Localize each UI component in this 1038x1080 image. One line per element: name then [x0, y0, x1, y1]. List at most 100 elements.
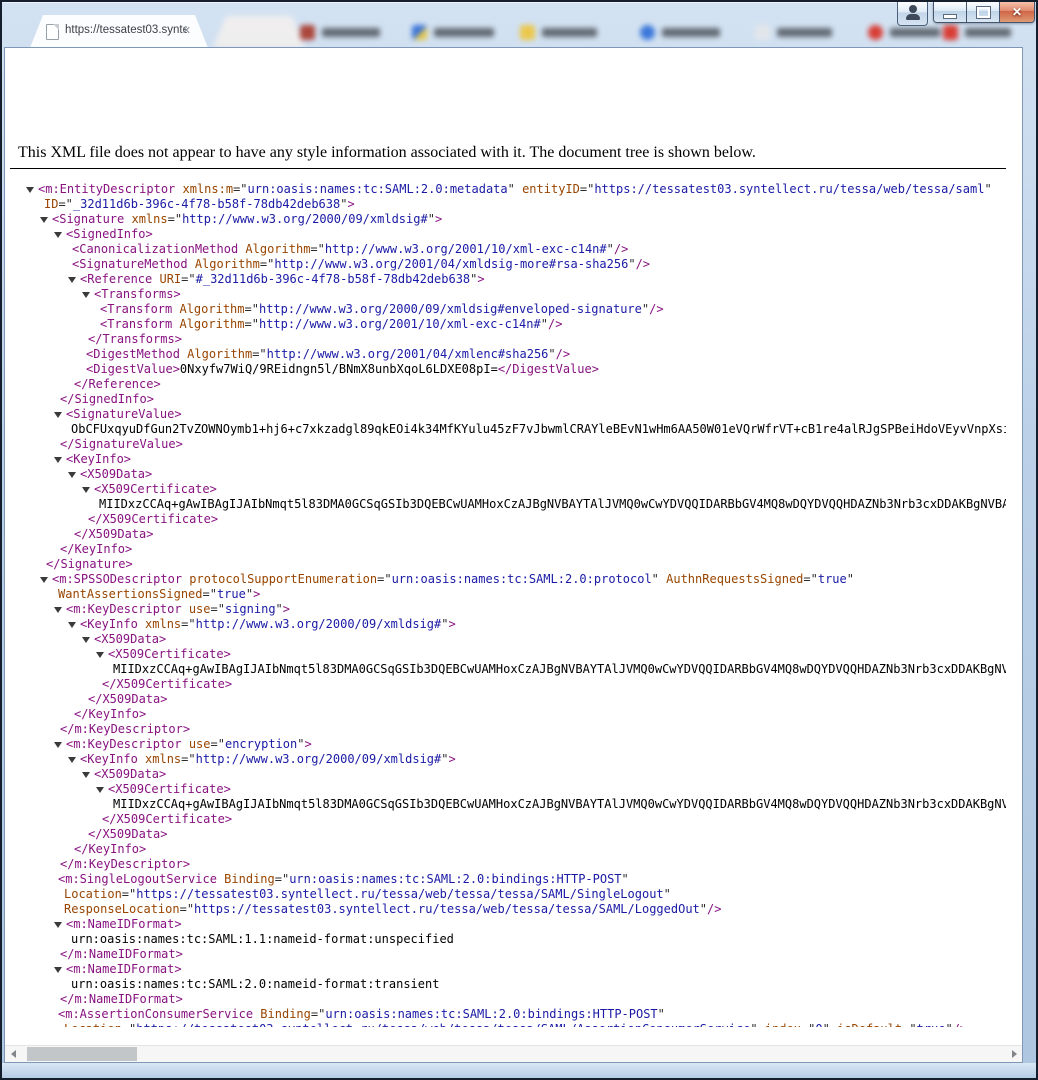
browser-window: { "window": { "controls": {"minimize": "… — [0, 0, 1038, 1080]
collapse-arrow-icon[interactable] — [68, 472, 76, 478]
active-tab[interactable]: https://tessatest03.syntel ✕ — [30, 15, 208, 48]
ghost-tab[interactable] — [412, 22, 494, 42]
ghost-tab-title — [542, 28, 597, 37]
scroll-thumb[interactable] — [27, 1047, 137, 1061]
ghost-tab-title — [777, 28, 832, 37]
xml-line: <X509Data> — [10, 632, 1006, 647]
ghost-tab-title — [322, 28, 380, 37]
ghost-tab[interactable] — [943, 22, 1011, 42]
xml-line: <m:SingleLogoutService Binding="urn:oasi… — [10, 872, 1006, 887]
ghost-tab[interactable] — [213, 16, 305, 48]
collapse-arrow-icon[interactable] — [96, 787, 104, 793]
collapse-arrow-icon[interactable] — [54, 967, 62, 973]
xml-line: </m:NameIDFormat> — [10, 992, 1006, 1007]
maximize-button[interactable] — [967, 2, 1000, 22]
collapse-arrow-icon[interactable] — [54, 412, 62, 418]
profile-button[interactable] — [897, 2, 928, 26]
collapse-arrow-icon[interactable] — [54, 922, 62, 928]
ghost-tab-title — [662, 28, 720, 37]
xml-line: <m:KeyDescriptor use="signing"> — [10, 602, 1006, 617]
xml-viewer: This XML file does not appear to have an… — [10, 136, 1006, 1027]
window-border-bottom — [2, 1063, 1036, 1078]
minimize-icon — [943, 14, 957, 19]
xml-line: <m:AssertionConsumerService Binding="urn… — [10, 1007, 1006, 1022]
xml-line: <X509Data> — [10, 467, 1006, 482]
xml-line: </X509Data> — [10, 692, 1006, 707]
collapse-arrow-icon[interactable] — [68, 277, 76, 283]
xml-line: <DigestValue>0Nxyfw7WiQ/9REidngn5l/BNmX8… — [10, 362, 1006, 377]
xml-line: ObCFUxqyuDfGun2TvZOWNOymb1+hj6+c7xkzadgl… — [10, 422, 1006, 437]
xml-line: MIIDxzCCAq+gAwIBAgIJAIbNmqt5l83DMA0GCSqG… — [10, 797, 1006, 812]
xml-line: </SignatureValue> — [10, 437, 1006, 452]
ghost-tab[interactable] — [755, 22, 832, 42]
xml-line: <m:NameIDFormat> — [10, 917, 1006, 932]
xml-line: <X509Certificate> — [10, 482, 1006, 497]
collapse-arrow-icon[interactable] — [40, 217, 48, 223]
collapse-arrow-icon[interactable] — [68, 622, 76, 628]
collapse-arrow-icon[interactable] — [82, 637, 90, 643]
xml-line: <Transform Algorithm="http://www.w3.org/… — [10, 317, 1006, 332]
xml-line: </Reference> — [10, 377, 1006, 392]
xml-line: </X509Data> — [10, 527, 1006, 542]
collapse-arrow-icon[interactable] — [26, 187, 34, 193]
scroll-right-arrow[interactable] — [1006, 1046, 1022, 1062]
xml-line: <X509Data> — [10, 767, 1006, 782]
collapse-arrow-icon[interactable] — [68, 757, 76, 763]
xml-tree: <m:EntityDescriptor xmlns:m="urn:oasis:n… — [10, 169, 1006, 1027]
ghost-tab-favicon — [640, 25, 655, 40]
ghost-tab-favicon — [300, 25, 315, 40]
xml-line: </KeyInfo> — [10, 542, 1006, 557]
collapse-arrow-icon[interactable] — [54, 457, 62, 463]
xml-line: MIIDxzCCAq+gAwIBAgIJAIbNmqt5l83DMA0GCSqG… — [10, 497, 1006, 512]
xml-line: </Transforms> — [10, 332, 1006, 347]
collapse-arrow-icon[interactable] — [54, 232, 62, 238]
collapse-arrow-icon[interactable] — [82, 487, 90, 493]
ghost-tab-title — [890, 28, 940, 37]
close-button[interactable]: ✕ — [1000, 2, 1034, 22]
xml-line: </m:KeyDescriptor> — [10, 857, 1006, 872]
xml-line: <SignedInfo> — [10, 227, 1006, 242]
xml-line: </X509Data> — [10, 827, 1006, 842]
xml-line: <m:NameIDFormat> — [10, 962, 1006, 977]
xml-line: <X509Certificate> — [10, 782, 1006, 797]
horizontal-scrollbar[interactable] — [5, 1045, 1022, 1062]
ghost-tab[interactable] — [300, 22, 380, 42]
xml-line: <m:KeyDescriptor use="encryption"> — [10, 737, 1006, 752]
xml-line: WantAssertionsSigned="true"> — [10, 587, 1006, 602]
collapse-arrow-icon[interactable] — [40, 577, 48, 583]
left-triangle-icon — [11, 1050, 16, 1058]
ghost-tab-favicon — [868, 25, 883, 40]
xml-line: </KeyInfo> — [10, 707, 1006, 722]
window-controls: ✕ — [933, 2, 1035, 23]
ghost-tab-favicon — [943, 25, 958, 40]
minimize-button[interactable] — [934, 2, 967, 22]
ghost-tab[interactable] — [520, 22, 597, 42]
xml-line: <Transforms> — [10, 287, 1006, 302]
xml-line: </X509Certificate> — [10, 677, 1006, 692]
ghost-tab-title — [965, 28, 1011, 37]
xml-line: Location="https://tessatest03.syntellect… — [10, 887, 1006, 902]
person-icon — [898, 5, 927, 20]
collapse-arrow-icon[interactable] — [82, 292, 90, 298]
xml-line: <SignatureMethod Algorithm="http://www.w… — [10, 257, 1006, 272]
collapse-arrow-icon[interactable] — [96, 652, 104, 658]
xml-line: urn:oasis:names:tc:SAML:1.1:nameid-forma… — [10, 932, 1006, 947]
ghost-tab[interactable] — [640, 22, 720, 42]
tab-close-icon[interactable]: ✕ — [179, 24, 194, 39]
xml-line: <CanonicalizationMethod Algorithm="http:… — [10, 242, 1006, 257]
xml-line: </Signature> — [10, 557, 1006, 572]
xml-line: <KeyInfo xmlns="http://www.w3.org/2000/0… — [10, 752, 1006, 767]
xml-line: <Transform Algorithm="http://www.w3.org/… — [10, 302, 1006, 317]
collapse-arrow-icon[interactable] — [54, 742, 62, 748]
collapse-arrow-icon[interactable] — [82, 772, 90, 778]
xml-line: <SignatureValue> — [10, 407, 1006, 422]
collapse-arrow-icon[interactable] — [54, 607, 62, 613]
scroll-left-arrow[interactable] — [5, 1046, 21, 1062]
right-triangle-icon — [1012, 1050, 1017, 1058]
xml-line: urn:oasis:names:tc:SAML:2.0:nameid-forma… — [10, 977, 1006, 992]
xml-line: <KeyInfo> — [10, 452, 1006, 467]
tab-title: https://tessatest03.syntel — [65, 24, 187, 40]
xml-line: <m:SPSSODescriptor protocolSupportEnumer… — [10, 572, 1006, 587]
xml-line: </m:KeyDescriptor> — [10, 722, 1006, 737]
xml-line: <DigestMethod Algorithm="http://www.w3.o… — [10, 347, 1006, 362]
